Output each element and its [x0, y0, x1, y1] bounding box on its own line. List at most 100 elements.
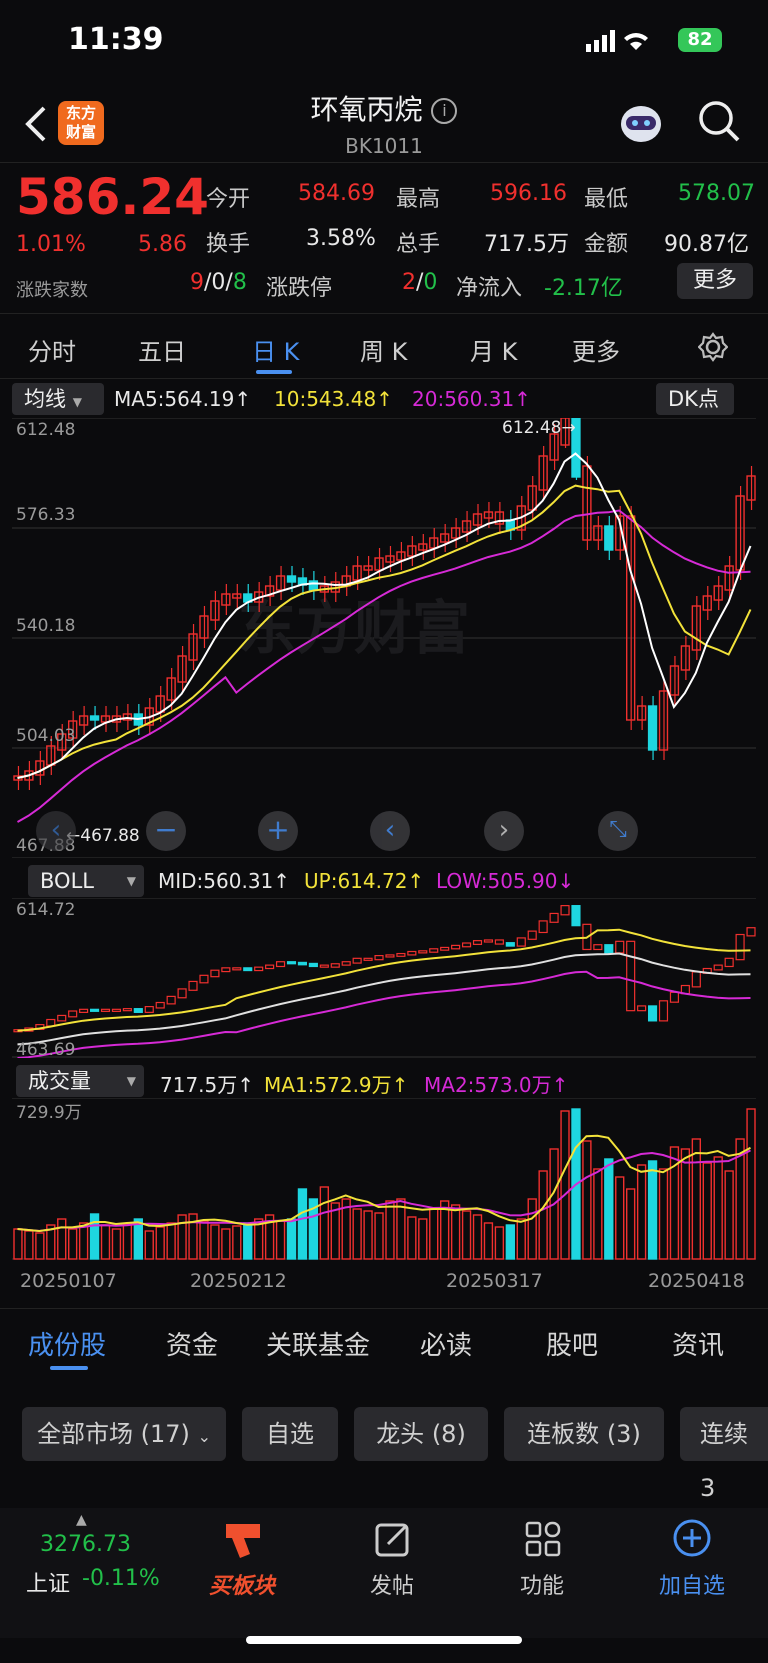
tab-weekly-k[interactable]: 周 K — [360, 332, 407, 367]
low-value: 578.07 — [678, 181, 755, 206]
boll-candle — [79, 1008, 89, 1013]
boll-candle — [440, 946, 450, 951]
scroll-right-button[interactable]: › — [484, 811, 524, 851]
index-expand-icon[interactable]: ▲ — [76, 1512, 87, 1528]
limit-label: 涨跌停 — [266, 276, 333, 301]
turnover-value: 3.58% — [306, 226, 376, 251]
boll-selector[interactable]: BOLL ▼ — [28, 865, 144, 897]
boll-candle — [308, 962, 318, 968]
filter-consecutive[interactable]: 连续 3 — [680, 1407, 768, 1502]
boll-candle — [221, 967, 231, 973]
volume-bar — [626, 1188, 636, 1260]
boll-candle — [647, 1005, 658, 1022]
volume-bar — [374, 1212, 384, 1260]
index-value[interactable]: 3276.73 — [40, 1532, 131, 1557]
add-watchlist-button[interactable]: 加自选 — [642, 1568, 742, 1600]
zoom-in-button[interactable]: + — [258, 811, 298, 851]
filter-consecutive-limit[interactable]: 连板数 (3) — [504, 1407, 664, 1461]
volume-bar — [275, 1220, 286, 1260]
tab-constituents[interactable]: 成份股 — [28, 1325, 106, 1362]
buy-sector-button[interactable]: 买板块 — [192, 1568, 292, 1600]
fullscreen-icon[interactable]: ⤡ — [598, 811, 638, 851]
volume-bar — [615, 1176, 625, 1260]
volume-bar — [702, 1162, 712, 1260]
boll-candle — [691, 971, 701, 988]
search-icon[interactable] — [698, 100, 742, 144]
post-button[interactable]: 发帖 — [342, 1568, 442, 1600]
volume-ma2: MA2:573.0万↑ — [424, 1073, 569, 1097]
volume-bar — [221, 1228, 231, 1260]
boll-candle — [286, 961, 297, 965]
volume-label: 总手 — [396, 232, 441, 257]
settings-gear-icon[interactable] — [698, 332, 728, 362]
boll-candle — [111, 1008, 122, 1012]
boll-candle — [374, 954, 384, 961]
buy-sector-icon[interactable] — [220, 1518, 266, 1562]
index-change[interactable]: -0.11% — [82, 1566, 160, 1591]
boll-candle — [122, 1008, 132, 1012]
volume-bar — [286, 1218, 297, 1260]
volume-bar — [297, 1188, 308, 1260]
boll-candle — [637, 1005, 647, 1012]
tab-five-day[interactable]: 五日 — [138, 332, 186, 367]
boll-candle — [341, 961, 351, 966]
volume-bar — [232, 1225, 242, 1260]
boll-candle — [177, 988, 187, 999]
volume-bar — [680, 1148, 691, 1260]
robot-assistant-icon[interactable] — [616, 100, 666, 146]
dk-point-selector[interactable]: DK点 — [656, 383, 734, 415]
tab-news[interactable]: 资讯 — [672, 1325, 724, 1362]
battery-indicator: 82 — [678, 28, 722, 52]
function-grid-icon[interactable] — [524, 1520, 562, 1558]
filter-all-markets[interactable]: 全部市场 (17) ⌄ — [22, 1407, 226, 1461]
boll-candle — [89, 1008, 100, 1012]
volume-chart[interactable] — [12, 1098, 756, 1260]
y-tick-0: 612.48 — [16, 420, 76, 440]
boll-chart[interactable] — [12, 898, 756, 1058]
scroll-start-button[interactable]: ‹ — [36, 811, 76, 851]
filter-leaders[interactable]: 龙头 (8) — [354, 1407, 488, 1461]
boll-candle — [144, 1005, 154, 1013]
ma10-value: 10:543.48↑ — [274, 387, 393, 411]
boll-candle — [626, 940, 636, 1012]
post-edit-icon[interactable] — [374, 1520, 412, 1558]
turnover-label: 换手 — [206, 232, 251, 257]
tab-intraday[interactable]: 分时 — [28, 332, 76, 367]
y-tick-1: 576.33 — [16, 505, 76, 525]
min-annotation: ←467.88 — [66, 826, 140, 846]
change-percent: 1.01% — [16, 232, 86, 257]
boll-candle — [363, 957, 373, 961]
y-tick-3: 504.03 — [16, 726, 76, 746]
volume-bar — [210, 1224, 220, 1260]
volume-bar — [647, 1160, 658, 1260]
tab-more-periods[interactable]: 更多 — [572, 332, 620, 367]
volume-value: 717.5万 — [484, 232, 569, 257]
volume-selector[interactable]: 成交量 ▼ — [16, 1065, 144, 1097]
tab-related-funds[interactable]: 关联基金 — [266, 1325, 370, 1362]
volume-bar — [363, 1210, 373, 1260]
tab-forum[interactable]: 股吧 — [546, 1325, 598, 1362]
volume-bar — [352, 1208, 362, 1260]
info-icon[interactable]: i — [431, 98, 458, 124]
index-name[interactable]: 上证 — [26, 1566, 70, 1598]
volume-bar — [407, 1216, 417, 1260]
scroll-left-button[interactable]: ‹ — [370, 811, 410, 851]
tab-daily-k[interactable]: 日 K — [252, 332, 299, 367]
filter-watchlist[interactable]: 自选 — [242, 1407, 338, 1461]
boll-candle — [385, 954, 395, 958]
zoom-out-button[interactable]: − — [146, 811, 186, 851]
boll-candle — [418, 950, 428, 954]
tab-must-read[interactable]: 必读 — [420, 1325, 472, 1362]
volume-bar — [199, 1220, 209, 1260]
more-quote-button[interactable]: 更多 — [677, 263, 753, 299]
tab-funds[interactable]: 资金 — [166, 1325, 218, 1362]
kline-chart[interactable]: 东方财富 — [12, 418, 756, 858]
function-button[interactable]: 功能 — [492, 1568, 592, 1600]
add-watchlist-icon[interactable] — [672, 1518, 712, 1558]
volume-current: 717.5万↑ — [160, 1073, 255, 1097]
home-indicator — [246, 1636, 522, 1644]
tab-monthly-k[interactable]: 月 K — [470, 332, 517, 367]
ma-selector[interactable]: 均线 ▼ — [12, 383, 104, 415]
boll-candle — [429, 948, 439, 953]
volume-bar — [483, 1222, 494, 1260]
